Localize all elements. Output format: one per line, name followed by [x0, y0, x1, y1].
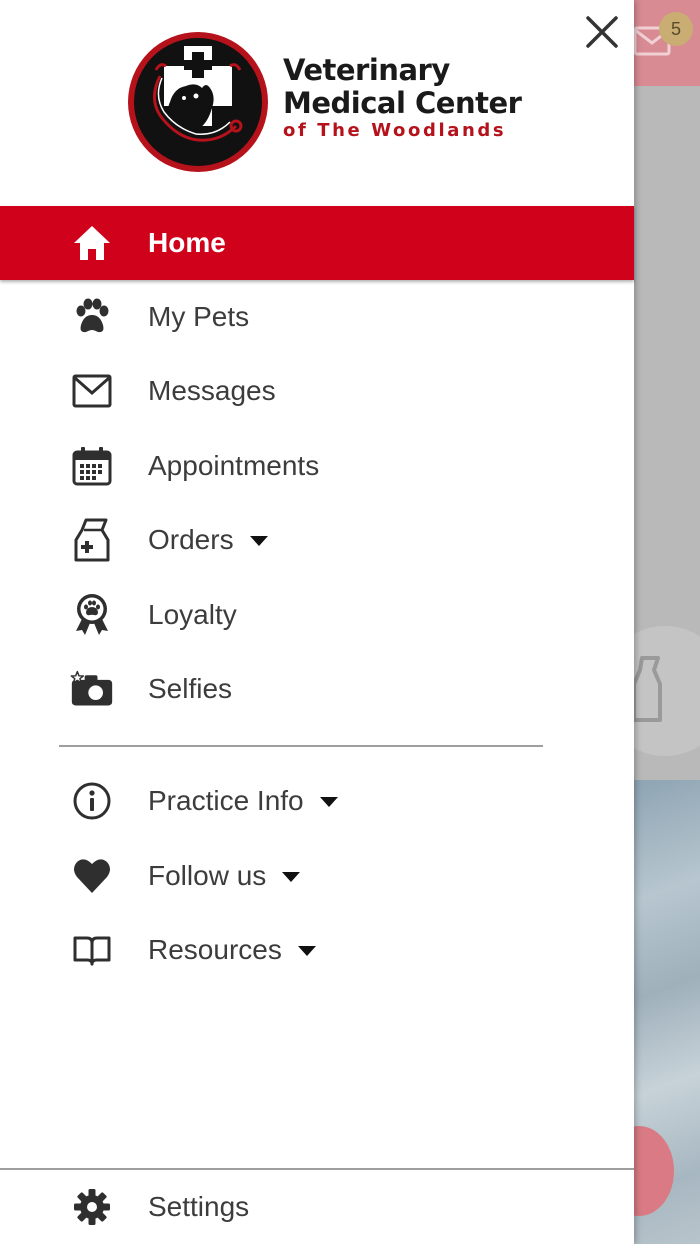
menu-item-orders[interactable]: Orders	[0, 503, 634, 577]
menu-item-label: Settings	[148, 1191, 250, 1222]
menu-item-label: My Pets	[148, 301, 250, 332]
close-icon[interactable]	[582, 12, 622, 52]
navigation-drawer: Veterinary Medical Center of The Woodlan…	[0, 0, 634, 1244]
menu-item-label: Orders	[148, 524, 268, 556]
clinic-name-line1: Veterinary	[283, 53, 450, 87]
menu-item-label: Practice Info	[148, 785, 338, 817]
menu-item-label: Selfies	[148, 673, 233, 704]
clinic-name-line3: of The Woodlands	[283, 120, 507, 141]
menu-item-my-pets[interactable]: My Pets	[0, 280, 634, 354]
chevron-down-icon[interactable]	[282, 872, 301, 882]
heart-icon	[70, 854, 114, 898]
message-count-badge: 5	[659, 12, 693, 46]
menu-item-resources[interactable]: Resources	[0, 913, 634, 987]
menu-item-messages[interactable]: Messages	[0, 354, 634, 428]
camera-icon	[70, 667, 114, 711]
chevron-down-icon[interactable]	[297, 946, 316, 956]
menu-item-home[interactable]: Home	[0, 206, 634, 280]
food-bag-icon	[70, 518, 114, 562]
menu-divider	[59, 745, 543, 747]
menu-item-settings[interactable]: Settings	[0, 1170, 634, 1244]
clinic-logo: Veterinary Medical Center of The Woodlan…	[126, 30, 522, 174]
clinic-name-line2: Medical Center	[283, 86, 522, 120]
chevron-down-icon[interactable]	[319, 797, 338, 807]
menu-item-follow-us[interactable]: Follow us	[0, 839, 634, 913]
menu-item-label: Messages	[148, 375, 276, 406]
menu-item-label: Home	[148, 227, 226, 258]
gear-icon	[70, 1185, 114, 1229]
menu-item-label: Resources	[148, 934, 316, 966]
menu-item-loyalty[interactable]: Loyalty	[0, 578, 634, 652]
clinic-name: Veterinary Medical Center of The Woodlan…	[283, 54, 523, 142]
home-icon	[70, 221, 114, 265]
calendar-icon	[70, 444, 114, 488]
menu-item-practice-info[interactable]: Practice Info	[0, 764, 634, 838]
menu-item-appointments[interactable]: Appointments	[0, 429, 634, 503]
chevron-down-icon[interactable]	[249, 536, 268, 546]
menu-item-label: Follow us	[148, 860, 301, 892]
clinic-seal-icon	[128, 32, 268, 172]
menu-item-selfies[interactable]: Selfies	[0, 652, 634, 726]
paw-icon	[70, 295, 114, 339]
envelope-icon	[70, 369, 114, 413]
menu-item-label: Appointments	[148, 450, 320, 481]
info-icon	[70, 779, 114, 823]
menu-item-label: Loyalty	[148, 599, 237, 630]
award-ribbon-icon	[70, 593, 114, 637]
book-icon	[70, 928, 114, 972]
